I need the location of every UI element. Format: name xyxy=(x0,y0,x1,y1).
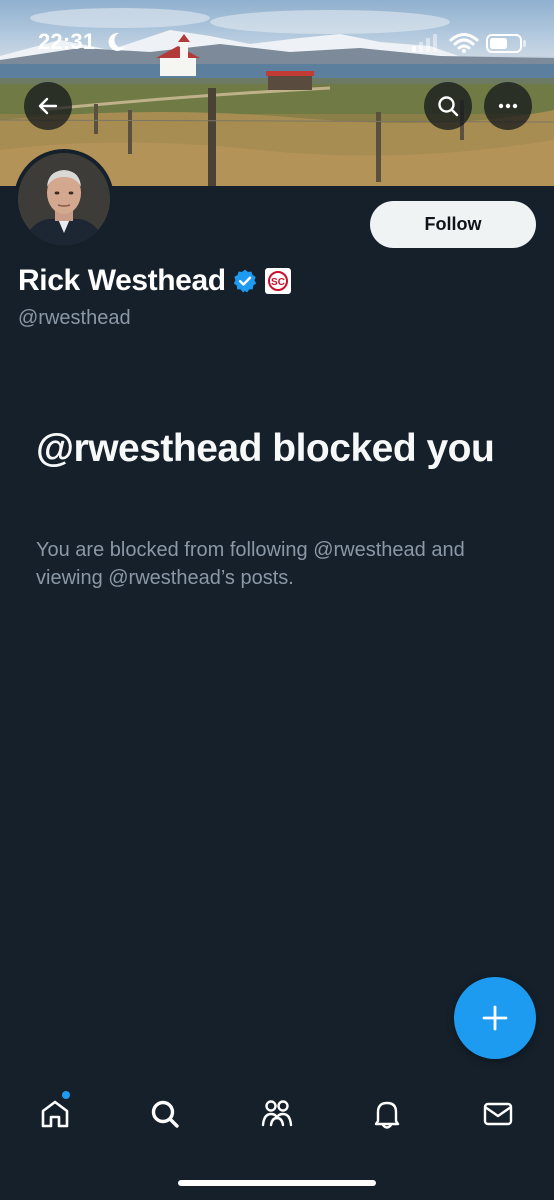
avatar-photo-image xyxy=(18,153,110,245)
avatar[interactable] xyxy=(14,149,114,249)
display-name: Rick Westhead xyxy=(18,264,226,297)
compose-post-button[interactable] xyxy=(454,977,536,1059)
more-options-button[interactable] xyxy=(484,82,532,130)
communities-icon xyxy=(261,1100,293,1127)
more-horizontal-icon xyxy=(498,103,518,109)
search-icon xyxy=(438,96,459,117)
wifi-icon xyxy=(449,33,479,53)
home-notification-dot xyxy=(62,1091,70,1099)
bell-icon xyxy=(374,1101,400,1129)
display-name-row: Rick Westhead SC xyxy=(18,264,292,298)
plus-icon xyxy=(482,1005,508,1031)
search-button[interactable] xyxy=(424,82,472,130)
blocked-description: You are blocked from following @rwesthea… xyxy=(36,539,465,589)
nav-communities[interactable] xyxy=(253,1090,301,1138)
cellular-signal-icon xyxy=(412,34,437,52)
verified-badge-icon[interactable] xyxy=(232,268,258,294)
sc-affiliate-badge-icon[interactable]: SC xyxy=(264,267,292,295)
moon-icon xyxy=(105,31,127,58)
arrow-left-icon xyxy=(38,97,58,115)
svg-text:SC: SC xyxy=(271,277,285,288)
home-indicator[interactable] xyxy=(178,1180,376,1186)
follow-button[interactable]: Follow xyxy=(370,201,536,248)
battery-icon xyxy=(486,34,526,53)
nav-messages[interactable] xyxy=(474,1090,522,1138)
back-button[interactable] xyxy=(24,82,72,130)
nav-explore[interactable] xyxy=(141,1090,189,1138)
search-icon xyxy=(151,1100,179,1128)
home-icon xyxy=(41,1100,69,1128)
status-bar-time: 22:31 xyxy=(38,29,96,54)
nav-notifications[interactable] xyxy=(363,1090,411,1138)
mail-icon xyxy=(483,1102,513,1126)
nav-home[interactable] xyxy=(31,1090,79,1138)
blocked-title: @rwesthead blocked you xyxy=(36,427,495,470)
profile-handle: @rwesthead xyxy=(18,307,131,329)
status-bar-icons xyxy=(410,30,530,61)
